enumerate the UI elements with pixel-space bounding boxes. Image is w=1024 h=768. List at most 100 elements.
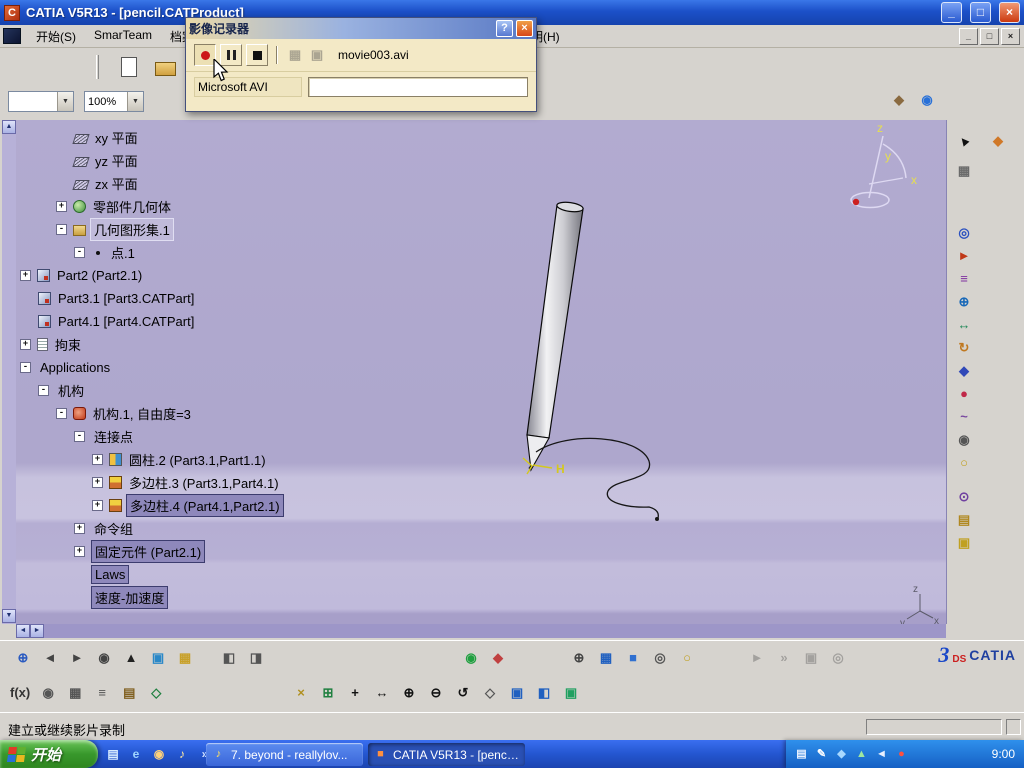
music-icon[interactable]: ♪ [175,746,189,762]
brush-icon[interactable]: ◆ [890,91,908,109]
track-icon[interactable]: ↻ [955,339,973,357]
tree-expander-icon[interactable]: + [74,523,85,534]
new-document-icon[interactable] [117,54,141,80]
tree-expander-icon[interactable]: + [56,201,67,212]
zoom-in-icon[interactable]: ⊕ [400,684,418,702]
scroll-left-icon[interactable]: ◄ [16,624,30,638]
tree-expander-icon[interactable]: - [56,408,67,419]
maximize-button[interactable]: □ [970,2,991,23]
tree-item[interactable]: - 机构 [16,379,87,402]
zoom-combo[interactable]: 100% ▼ [84,91,144,112]
tablet-pen-icon[interactable]: ✎ [815,747,828,762]
filename-input[interactable] [308,77,528,97]
tree-item[interactable]: yz 平面 [16,149,141,172]
pointer-icon[interactable]: ▲ [122,649,140,667]
spline-icon[interactable]: ~ [955,408,973,426]
film-icon[interactable]: ▦ [286,46,304,64]
scroll-right-icon[interactable]: ► [30,624,44,638]
close-button[interactable]: × [999,2,1020,23]
simulation-icon[interactable]: ◎ [955,224,973,242]
minimize-button[interactable]: _ [941,2,962,23]
tree-item-label[interactable]: 固定元件 (Part2.1) [91,540,206,563]
tree-item-label[interactable]: 机构.1, 自由度=3 [90,403,194,424]
tree-item-label[interactable]: Part3.1 [Part3.CATPart] [55,290,197,307]
shield-icon[interactable]: ▲ [855,747,868,762]
tree-expander-icon[interactable]: + [20,339,31,350]
mdi-minimize-button[interactable]: _ [959,28,978,45]
tree-item-label[interactable]: 圆柱.2 (Part3.1,Part1.1) [126,449,269,470]
shade-icon[interactable]: ◧ [535,684,553,702]
tree-expander-icon[interactable]: + [92,477,103,488]
tree-item[interactable]: Laws [16,563,130,586]
tree-item[interactable]: + 命令组 [16,517,136,540]
rewind-icon[interactable]: ◄ [41,649,59,667]
rotate-icon[interactable]: ↺ [454,684,472,702]
task-button-2[interactable]: ■ CATIA V5R13 - [penci... [368,743,525,766]
tree-expander-icon[interactable]: + [92,454,103,465]
tree-expander-icon[interactable]: + [74,546,85,557]
tree-item-label[interactable]: yz 平面 [92,150,141,171]
frame-icon[interactable]: ▣ [802,649,820,667]
tree-item[interactable]: - 机构.1, 自由度=3 [16,402,194,425]
tree-expander-icon[interactable]: - [74,247,85,258]
messenger-icon[interactable]: ◆ [835,747,848,762]
sequence-icon[interactable]: ≡ [955,270,973,288]
escape-icon[interactable]: × [292,684,310,702]
tree-item[interactable]: zx 平面 [16,172,141,195]
chevron-down-icon[interactable]: ▼ [57,92,73,111]
normal-view-icon[interactable]: ◇ [481,684,499,702]
box-icon[interactable]: ■ [624,649,642,667]
tree-item[interactable]: + 零部件几何体 [16,195,174,218]
swept-volume-icon[interactable]: ◆ [955,362,973,380]
dock-right-icon[interactable]: ◨ [247,649,265,667]
tree-horizontal-scrollbar[interactable]: ◄ ► [16,624,946,638]
tree-item-label[interactable]: 点.1 [108,242,138,263]
start-button[interactable]: 开始 [0,740,98,768]
menu-item-1[interactable]: 开始(S) [27,25,85,48]
play-icon[interactable]: ► [748,649,766,667]
tree-item-label[interactable]: Laws [91,565,130,584]
tree-item-label[interactable]: 速度-加速度 [91,586,169,609]
multi-view-icon[interactable]: ⊞ [319,684,337,702]
catalog-book-icon[interactable]: ▤ [120,684,138,702]
dialog-close-button[interactable]: × [516,20,533,37]
tree-expander-icon[interactable]: + [92,500,103,511]
volume-icon[interactable]: ◄ [875,747,888,762]
fx-icon[interactable]: f(x) [10,684,30,702]
dialog-help-button[interactable]: ? [496,20,513,37]
select-cursor-icon[interactable]: ▲ [951,128,976,153]
media-player-icon[interactable]: ◉ [152,746,166,762]
toolbar-grip[interactable] [96,55,99,79]
record-button[interactable] [194,44,216,66]
stop-button[interactable] [246,44,268,66]
tree-item[interactable]: - 连接点 [16,425,136,448]
tree-item-label[interactable]: Part4.1 [Part4.CATPart] [55,313,197,330]
show-desktop-icon[interactable]: ▤ [106,746,120,762]
tree-item-label[interactable]: 拘束 [52,334,84,355]
design-table-icon[interactable]: ▦ [66,684,84,702]
tree-expander-icon[interactable]: + [20,270,31,281]
gear-icon[interactable]: ◎ [651,649,669,667]
chevron-down-icon[interactable]: ▼ [127,92,143,111]
tree-item[interactable]: Part3.1 [Part3.CATPart] [16,287,197,310]
recording-alert-icon[interactable]: ● [895,747,908,762]
magnify-icon[interactable]: ◉ [95,649,113,667]
loop-icon[interactable]: ◎ [829,649,847,667]
scroll-down-icon[interactable]: ▼ [2,609,16,623]
pause-button[interactable] [220,44,242,66]
annotation-icon[interactable]: ⊙ [955,488,973,506]
fast-forward-icon[interactable]: » [775,649,793,667]
render-style-icon[interactable]: ▣ [149,649,167,667]
tree-item-label[interactable]: 几何图形集.1 [90,218,174,241]
tree-item[interactable]: - 点.1 [16,241,138,264]
ime-icon[interactable]: ▤ [795,747,808,762]
scroll-up-icon[interactable]: ▲ [2,120,16,134]
texture-icon[interactable]: ▦ [176,649,194,667]
tree-item[interactable]: + 固定元件 (Part2.1) [16,540,206,563]
fit-all-icon[interactable]: ↔ [373,684,391,702]
tree-item-label[interactable]: 零部件几何体 [90,196,174,217]
eye-icon[interactable]: ◉ [39,684,57,702]
view-mode-combo[interactable]: ▼ [8,91,74,112]
tree-item-label[interactable]: 多边柱.4 (Part4.1,Part2.1) [126,494,284,517]
tree-vertical-scrollbar[interactable]: ▲ ▼ [2,120,16,624]
